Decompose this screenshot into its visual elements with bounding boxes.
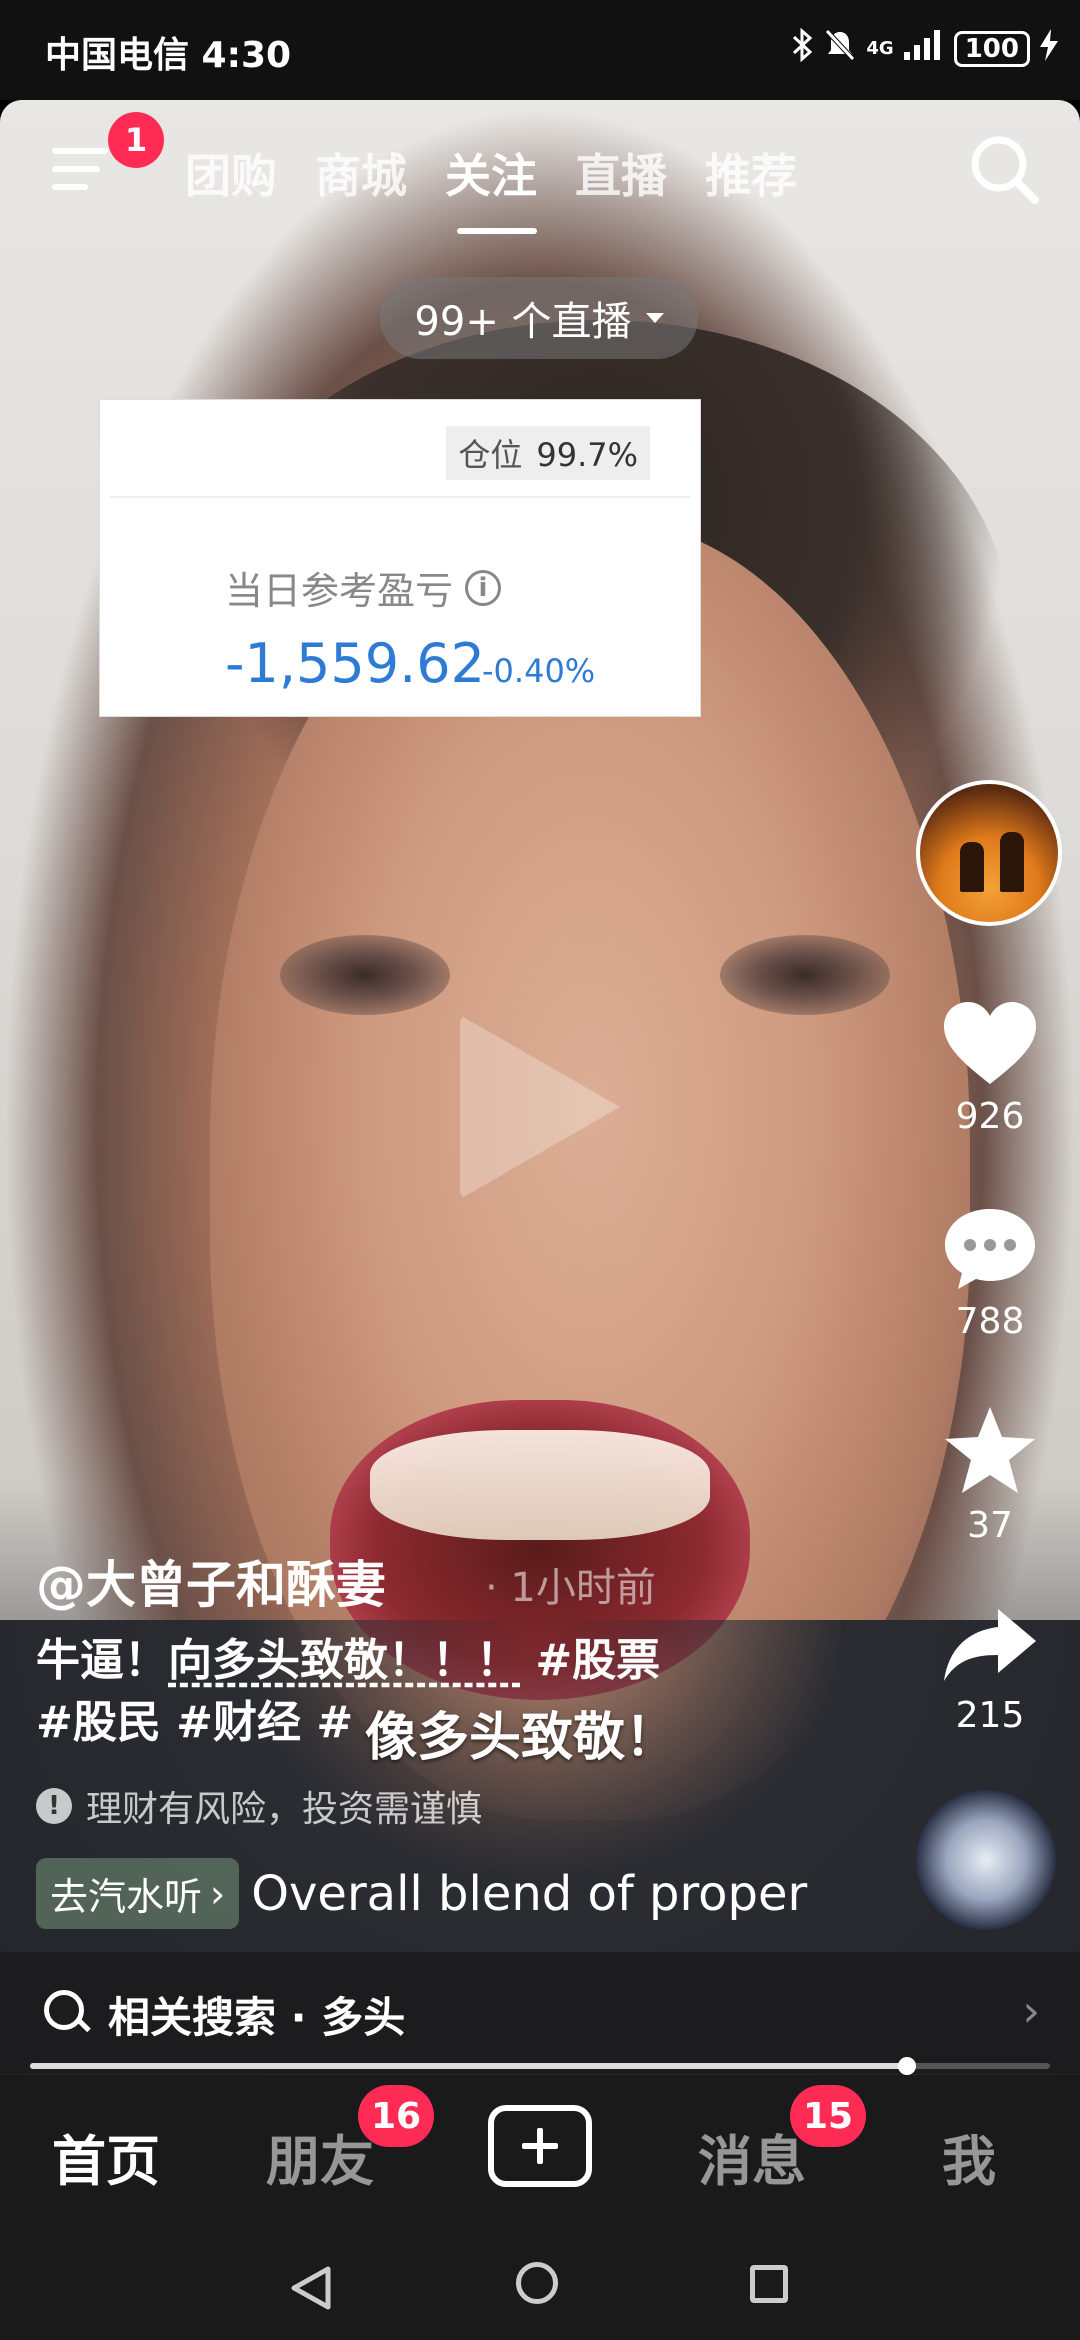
back-button[interactable] bbox=[288, 2265, 334, 2315]
back-triangle-icon bbox=[291, 2266, 331, 2310]
star-icon bbox=[945, 1407, 1035, 1493]
pnl-label: 当日参考盈亏 bbox=[225, 569, 454, 613]
avatar-figure bbox=[960, 842, 984, 892]
listen-chip[interactable]: 去汽水听 › bbox=[36, 1858, 240, 1929]
tab-bar: 团购 商城 关注 直播 推荐 bbox=[185, 140, 797, 234]
pnl-percent: -0.40% bbox=[482, 652, 596, 690]
system-nav-bar bbox=[0, 2225, 1080, 2340]
hashtag-stock[interactable]: #股票 bbox=[520, 1635, 660, 1686]
music-disc[interactable] bbox=[916, 1790, 1056, 1930]
nav-friends[interactable]: 朋友 bbox=[266, 2117, 374, 2196]
avatar-figure bbox=[1000, 832, 1024, 892]
share-icon bbox=[944, 1609, 1036, 1681]
carrier-time: 中国电信 4:30 bbox=[45, 35, 292, 76]
video-progress[interactable] bbox=[30, 2057, 1050, 2075]
tab-group-buy[interactable]: 团购 bbox=[185, 140, 277, 206]
tab-recommend[interactable]: 推荐 bbox=[705, 140, 797, 206]
search-icon bbox=[971, 136, 1039, 204]
video-frame-teeth bbox=[370, 1430, 710, 1540]
stock-pnl-card: 仓位 99.7% 当日参考盈亏 i -1,559.62 -0.40% bbox=[100, 400, 700, 716]
related-search-text: 相关搜索 · 多头 bbox=[108, 1993, 406, 2042]
nav-messages[interactable]: 消息 bbox=[698, 2117, 806, 2196]
live-count-text: 99+ 个直播 bbox=[414, 299, 632, 345]
share-count: 215 bbox=[955, 1695, 1025, 1736]
video-frame-eye-left bbox=[280, 935, 450, 1015]
favorite-count: 37 bbox=[967, 1505, 1013, 1546]
caret-down-icon bbox=[645, 313, 664, 323]
tab-following[interactable]: 关注 bbox=[445, 140, 537, 234]
position-badge: 仓位 99.7% bbox=[446, 426, 650, 480]
warning-icon: ! bbox=[36, 1788, 72, 1824]
battery-indicator: 100 bbox=[953, 30, 1030, 67]
caption-text: 牛逼！ bbox=[36, 1635, 168, 1686]
nav-me[interactable]: 我 bbox=[942, 2117, 996, 2196]
position-label: 仓位 bbox=[458, 436, 523, 474]
home-button[interactable] bbox=[516, 2262, 558, 2304]
like-count: 926 bbox=[955, 1096, 1025, 1137]
music-title: Overall blend of proper bbox=[251, 1865, 808, 1922]
related-search-bar[interactable]: 相关搜索 · 多头 › bbox=[0, 1952, 1080, 2074]
create-button[interactable] bbox=[488, 2105, 592, 2187]
like-button[interactable]: 926 bbox=[930, 1000, 1050, 1137]
friends-badge: 16 bbox=[358, 2085, 434, 2147]
charging-icon bbox=[1040, 29, 1058, 68]
position-value: 99.7% bbox=[536, 436, 638, 474]
status-icons: 4G 100 bbox=[792, 27, 1058, 69]
bottom-nav: 首页 朋友 16 消息 15 我 bbox=[0, 2075, 1080, 2225]
comment-button[interactable]: 788 bbox=[930, 1205, 1050, 1342]
author-name[interactable]: @大曾子和酥妻 bbox=[36, 1545, 386, 1617]
tab-live[interactable]: 直播 bbox=[575, 140, 667, 206]
search-icon bbox=[44, 1990, 84, 2030]
post-time: · 1小时前 bbox=[485, 1565, 656, 1611]
status-bar: 中国电信 4:30 4G 100 bbox=[0, 0, 1080, 100]
menu-icon-line bbox=[52, 184, 88, 190]
menu-icon-line bbox=[52, 148, 108, 154]
mute-bell-icon bbox=[824, 28, 856, 69]
info-icon: i bbox=[465, 569, 502, 606]
heart-icon bbox=[944, 1002, 1036, 1084]
chevron-right-icon: › bbox=[210, 1871, 226, 1916]
share-button[interactable]: 215 bbox=[930, 1605, 1050, 1736]
signal-icon bbox=[903, 30, 944, 67]
network-type: 4G bbox=[866, 38, 894, 59]
caption-link[interactable]: 向多头致敬！！！ bbox=[168, 1635, 520, 1686]
recents-button[interactable] bbox=[750, 2265, 788, 2303]
divider bbox=[110, 496, 690, 498]
chevron-right-icon: › bbox=[1022, 1986, 1040, 2037]
comment-count: 788 bbox=[955, 1301, 1025, 1342]
play-icon[interactable] bbox=[460, 1015, 620, 1199]
menu-icon-line bbox=[52, 166, 100, 172]
pnl-label-row: 当日参考盈亏 i bbox=[225, 560, 502, 615]
listen-chip-label: 去汽水听 bbox=[50, 1875, 203, 1919]
progress-fill bbox=[30, 2063, 908, 2069]
menu-button[interactable] bbox=[52, 140, 116, 200]
risk-text: 理财有风险，投资需谨慎 bbox=[86, 1789, 483, 1830]
top-nav: 1 团购 商城 关注 直播 推荐 bbox=[0, 100, 1080, 240]
pnl-value: -1,559.62 bbox=[225, 632, 485, 695]
author-avatar[interactable] bbox=[916, 780, 1062, 926]
tab-mall[interactable]: 商城 bbox=[315, 140, 407, 206]
music-row[interactable]: 去汽水听 › Overall blend of proper bbox=[36, 1858, 811, 1929]
favorite-button[interactable]: 37 bbox=[930, 1405, 1050, 1546]
nav-home[interactable]: 首页 bbox=[52, 2117, 160, 2196]
video-subtitle: 像多头致敬！ bbox=[365, 1708, 678, 1768]
progress-knob[interactable] bbox=[898, 2057, 917, 2075]
comment-icon bbox=[945, 1209, 1035, 1289]
risk-warning: ! 理财有风险，投资需谨慎 bbox=[36, 1780, 482, 1832]
messages-badge: 15 bbox=[790, 2085, 866, 2147]
bluetooth-icon bbox=[792, 27, 814, 69]
menu-badge: 1 bbox=[108, 112, 164, 168]
live-count-pill[interactable]: 99+ 个直播 bbox=[380, 277, 698, 359]
hashtags[interactable]: #股民 #财经 # bbox=[36, 1697, 353, 1748]
video-frame-eye-right bbox=[720, 935, 890, 1015]
search-button[interactable] bbox=[965, 130, 1045, 210]
